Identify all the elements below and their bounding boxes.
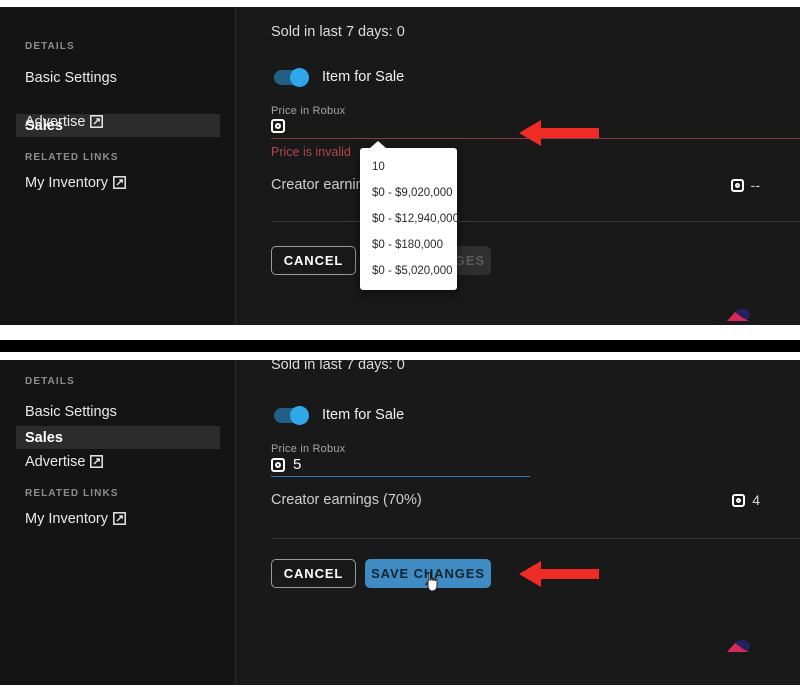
sidebar: DETAILS Basic Settings Sales Advertise R…: [0, 7, 236, 325]
sidebar-item-label: Advertise: [25, 113, 86, 130]
decorative-pink-graphic: [725, 640, 751, 652]
dropdown-item[interactable]: $0 - $9,020,000: [360, 180, 457, 206]
sidebar-item-basic-settings[interactable]: Basic Settings: [16, 66, 220, 89]
robux-icon: [271, 457, 285, 472]
item-for-sale-toggle-row[interactable]: Item for Sale: [274, 67, 405, 87]
creator-earnings-label: Creator earnings (70%): [271, 492, 422, 508]
creator-earnings-value: --: [730, 177, 760, 193]
sold-last-7-days-text: Sold in last 7 days: 0: [271, 360, 405, 373]
robux-icon: [730, 178, 744, 192]
price-input-value[interactable]: 5: [293, 456, 301, 473]
sidebar-item-advertise[interactable]: Advertise: [16, 450, 220, 473]
sidebar-details-heading: DETAILS: [25, 41, 75, 52]
left-arrow-annotation: [519, 559, 599, 589]
sidebar-item-label: Advertise: [25, 453, 86, 470]
toggle-knob: [290, 405, 309, 425]
external-link-icon: [113, 176, 126, 189]
middle-white-band-upper: [0, 325, 800, 340]
sidebar-related-heading: RELATED LINKS: [25, 152, 119, 163]
creator-earnings-amount: --: [750, 177, 760, 193]
autofill-suggestions-dropdown[interactable]: 10 $0 - $9,020,000 $0 - $12,940,000 $0 -…: [360, 141, 459, 290]
cancel-button[interactable]: CANCEL: [271, 559, 356, 588]
section-divider: [271, 221, 800, 222]
dropdown-item[interactable]: $0 - $12,940,000: [360, 206, 459, 232]
creator-earnings-amount: 4: [752, 492, 760, 508]
sidebar-item-label: My Inventory: [25, 510, 108, 527]
dropdown-item[interactable]: $0 - $5,020,000: [360, 258, 457, 284]
cancel-button-label: CANCEL: [283, 566, 344, 581]
sidebar-item-label: Sales: [25, 429, 63, 446]
external-link-icon: [113, 512, 126, 525]
sales-content-before: Sold in last 7 days: 0 Item for Sale Pri…: [236, 7, 800, 325]
item-for-sale-toggle-row[interactable]: Item for Sale: [274, 405, 405, 425]
sidebar-related-heading: RELATED LINKS: [25, 488, 119, 499]
dropdown-caret: [370, 141, 386, 148]
creator-earnings-value: 4: [732, 492, 760, 508]
sidebar: DETAILS Basic Settings Sales Advertise R…: [0, 360, 236, 685]
sales-content-after: Sold in last 7 days: 0 Item for Sale Pri…: [236, 360, 800, 685]
screenshot-stage: DETAILS Basic Settings Sales Advertise R…: [0, 0, 800, 700]
price-error-message: Price is invalid: [271, 145, 351, 159]
item-for-sale-label: Item for Sale: [322, 407, 405, 423]
toggle-knob: [290, 67, 309, 87]
price-in-robux-field[interactable]: 5: [271, 456, 301, 473]
sidebar-item-my-inventory[interactable]: My Inventory: [16, 507, 220, 530]
sidebar-item-advertise[interactable]: Advertise: [16, 110, 220, 133]
robux-icon: [732, 493, 746, 507]
cancel-button[interactable]: CANCEL: [271, 246, 356, 275]
cancel-button-label: CANCEL: [283, 253, 344, 268]
sidebar-item-basic-settings[interactable]: Basic Settings: [16, 400, 220, 423]
dropdown-item[interactable]: $0 - $180,000: [360, 232, 457, 258]
sidebar-item-label: Basic Settings: [25, 69, 117, 86]
top-white-band: [0, 0, 800, 7]
robux-icon: [271, 119, 285, 133]
sidebar-item-sales[interactable]: Sales: [16, 426, 220, 449]
sold-last-7-days-text: Sold in last 7 days: 0: [271, 24, 405, 40]
decorative-pink-graphic: [725, 309, 751, 321]
price-in-robux-field[interactable]: [271, 119, 293, 133]
price-in-robux-label: Price in Robux: [271, 443, 346, 455]
left-arrow-annotation: [519, 118, 599, 148]
item-for-sale-toggle[interactable]: [274, 405, 309, 425]
sidebar-item-my-inventory[interactable]: My Inventory: [16, 171, 220, 194]
external-link-icon: [90, 115, 104, 128]
sales-panel-after: DETAILS Basic Settings Sales Advertise R…: [0, 360, 800, 685]
item-for-sale-label: Item for Sale: [322, 69, 405, 85]
sidebar-item-label: My Inventory: [25, 174, 108, 191]
middle-white-band-lower: [0, 352, 800, 360]
hand-cursor: [425, 572, 439, 592]
section-divider: [271, 538, 800, 539]
price-input-underline: [271, 476, 530, 477]
sidebar-item-label: Basic Settings: [25, 403, 117, 420]
middle-black-separator: [0, 340, 800, 352]
bottom-white-band: [0, 685, 800, 700]
sidebar-details-heading: DETAILS: [25, 376, 75, 387]
sales-panel-before: DETAILS Basic Settings Sales Advertise R…: [0, 7, 800, 325]
price-in-robux-label: Price in Robux: [271, 105, 346, 117]
dropdown-item[interactable]: 10: [360, 154, 457, 180]
item-for-sale-toggle[interactable]: [274, 67, 309, 87]
creator-earnings-row: Creator earnings (70%) 4: [271, 492, 800, 508]
creator-earnings-row: Creator earnings (70%) --: [271, 177, 800, 193]
external-link-icon: [90, 455, 104, 468]
